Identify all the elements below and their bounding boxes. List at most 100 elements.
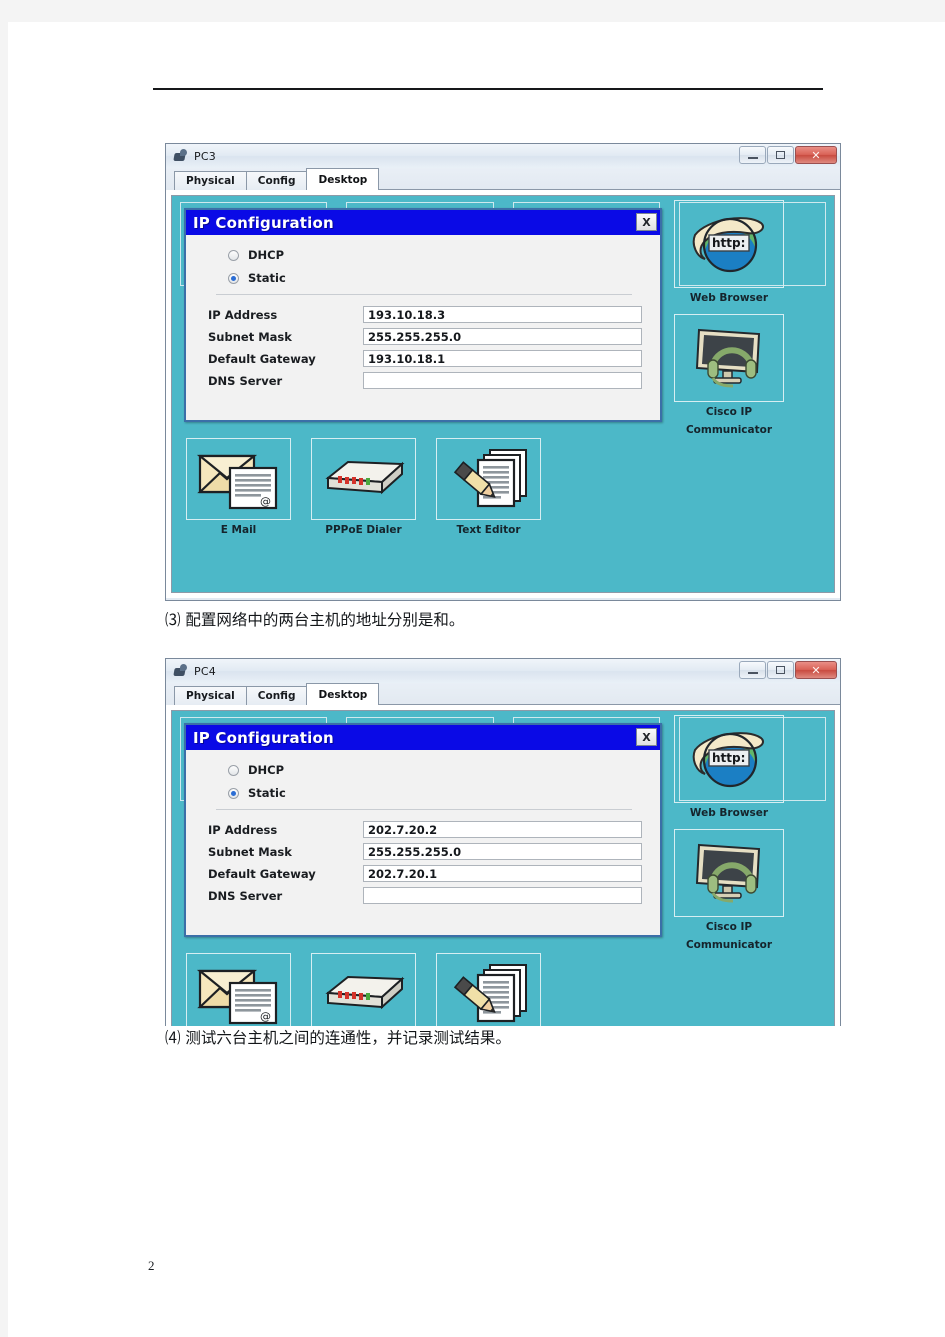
minimize-icon[interactable] (739, 146, 766, 164)
app-label-ip-communicator: Cisco IP Communicator (685, 921, 773, 951)
field-row-ip-address: IP Address 202.7.20.2 (208, 821, 642, 838)
app-label-ip-communicator: Cisco IP Communicator (685, 406, 773, 436)
label-default-gateway: Default Gateway (208, 866, 316, 881)
field-row-ip-address: IP Address 193.10.18.3 (208, 306, 642, 323)
app-email[interactable]: @ E Mail (186, 953, 291, 1026)
pc3-tabbar: Physical Config Desktop (166, 168, 840, 190)
pc3-window-controls: ✕ (739, 146, 837, 164)
app-web-browser[interactable]: http: Web Browser (670, 200, 788, 306)
tab-physical[interactable]: Physical (174, 171, 247, 190)
dialog-title: IP Configuration (193, 728, 334, 747)
input-default-gateway[interactable]: 202.7.20.1 (363, 865, 642, 882)
pc3-window-title: PC3 (194, 149, 216, 163)
app-label-web-browser: Web Browser (689, 292, 769, 304)
field-row-subnet-mask: Subnet Mask 255.255.255.0 (208, 328, 642, 345)
input-default-gateway[interactable]: 193.10.18.1 (363, 350, 642, 367)
input-ip-address[interactable]: 193.10.18.3 (363, 306, 642, 323)
tab-physical[interactable]: Physical (174, 686, 247, 705)
minimize-icon[interactable] (739, 661, 766, 679)
email-icon[interactable]: @ (186, 953, 291, 1026)
web-browser-icon[interactable]: http: (674, 715, 784, 803)
app-ip-communicator[interactable]: Cisco IP Communicator (670, 314, 788, 438)
tab-config[interactable]: Config (245, 686, 308, 705)
desktop-bottom-app-row: @ E Mail (186, 438, 541, 538)
label-ip-address: IP Address (208, 307, 278, 322)
packet-tracer-icon (173, 664, 188, 678)
field-row-dns-server: DNS Server (208, 887, 642, 904)
input-dns-server[interactable] (363, 372, 642, 389)
label-subnet-mask: Subnet Mask (208, 329, 292, 344)
ip-communicator-icon[interactable] (674, 829, 784, 917)
pc4-body: http: Web Browser Cisco IP Communicator … (166, 705, 840, 1026)
static-label: Static (248, 271, 286, 285)
svg-text:http:: http: (712, 236, 745, 250)
svg-text:@: @ (260, 1010, 271, 1023)
dialog-close-icon[interactable]: X (636, 728, 657, 746)
field-row-dns-server: DNS Server (208, 372, 642, 389)
ip-communicator-icon[interactable] (674, 314, 784, 402)
tabstrip-filler (378, 685, 840, 705)
input-subnet-mask[interactable]: 255.255.255.0 (363, 328, 642, 345)
app-ip-communicator[interactable]: Cisco IP Communicator (670, 829, 788, 953)
app-text-editor[interactable]: Text Editor (436, 953, 541, 1026)
field-row-subnet-mask: Subnet Mask 255.255.255.0 (208, 843, 642, 860)
app-email[interactable]: @ E Mail (186, 438, 291, 538)
modem-icon[interactable] (311, 953, 416, 1026)
tab-config[interactable]: Config (245, 171, 308, 190)
radio-row-static[interactable]: Static (208, 271, 642, 285)
tab-desktop[interactable]: Desktop (306, 683, 380, 705)
app-text-editor[interactable]: Text Editor (436, 438, 541, 538)
static-label: Static (248, 786, 286, 800)
document-page: PC3 ✕ Physical Config Desktop http: Web … (8, 22, 945, 1337)
close-icon[interactable]: ✕ (795, 146, 837, 164)
dhcp-label: DHCP (248, 248, 285, 262)
dhcp-radio[interactable] (228, 764, 239, 776)
app-label-pppoe-dialer: PPPoE Dialer (325, 524, 402, 536)
text-editor-icon[interactable] (436, 953, 541, 1026)
pc4-window-clip: PC4 ✕ Physical Config Desktop http: Web … (165, 658, 845, 1026)
input-dns-server[interactable] (363, 887, 642, 904)
app-pppoe-dialer[interactable]: PPPoE Dialer (311, 953, 416, 1026)
dialog-titlebar[interactable]: IP Configuration X (186, 210, 660, 235)
static-radio[interactable] (228, 787, 239, 799)
pc3-titlebar[interactable]: PC3 ✕ (166, 144, 840, 168)
static-radio[interactable] (228, 272, 239, 284)
field-row-default-gateway: Default Gateway 193.10.18.1 (208, 350, 642, 367)
pc4-ip-configuration-dialog[interactable]: IP Configuration X DHCP Static IP Addres… (184, 723, 662, 937)
pc3-body: http: Web Browser Cisco IP Communicator … (166, 190, 840, 598)
radio-row-dhcp[interactable]: DHCP (208, 763, 642, 777)
app-web-browser[interactable]: http: Web Browser (670, 715, 788, 821)
dialog-close-icon[interactable]: X (636, 213, 657, 231)
email-icon[interactable]: @ (186, 438, 291, 520)
app-label-email: E Mail (220, 524, 257, 536)
header-rule (153, 88, 823, 90)
web-browser-icon[interactable]: http: (674, 200, 784, 288)
pc4-titlebar[interactable]: PC4 ✕ (166, 659, 840, 683)
dialog-content: DHCP Static IP Address 193.10.18.3 Subne… (186, 235, 660, 400)
dialog-separator (216, 294, 632, 295)
close-icon[interactable]: ✕ (795, 661, 837, 679)
pc4-tabbar: Physical Config Desktop (166, 683, 840, 705)
maximize-icon[interactable] (767, 146, 794, 164)
pc4-desktop-canvas: http: Web Browser Cisco IP Communicator … (171, 710, 835, 1026)
caption-4: ⑷ 测试六台主机之间的连通性，并记录测试结果。 (165, 1029, 511, 1047)
input-ip-address[interactable]: 202.7.20.2 (363, 821, 642, 838)
tabstrip-filler (378, 170, 840, 190)
tab-desktop[interactable]: Desktop (306, 168, 380, 190)
app-pppoe-dialer[interactable]: PPPoE Dialer (311, 438, 416, 538)
svg-text:http:: http: (712, 751, 745, 765)
page-number: 2 (148, 1258, 155, 1273)
input-subnet-mask[interactable]: 255.255.255.0 (363, 843, 642, 860)
maximize-icon[interactable] (767, 661, 794, 679)
radio-row-static[interactable]: Static (208, 786, 642, 800)
modem-icon[interactable] (311, 438, 416, 520)
svg-text:@: @ (260, 495, 271, 508)
desktop-bottom-app-row: @ E Mail (186, 953, 541, 1026)
window-pc4[interactable]: PC4 ✕ Physical Config Desktop http: Web … (165, 658, 841, 1026)
text-editor-icon[interactable] (436, 438, 541, 520)
window-pc3[interactable]: PC3 ✕ Physical Config Desktop http: Web … (165, 143, 841, 601)
dialog-titlebar[interactable]: IP Configuration X (186, 725, 660, 750)
dhcp-radio[interactable] (228, 249, 239, 261)
radio-row-dhcp[interactable]: DHCP (208, 248, 642, 262)
pc3-ip-configuration-dialog[interactable]: IP Configuration X DHCP Static IP Addres… (184, 208, 662, 422)
